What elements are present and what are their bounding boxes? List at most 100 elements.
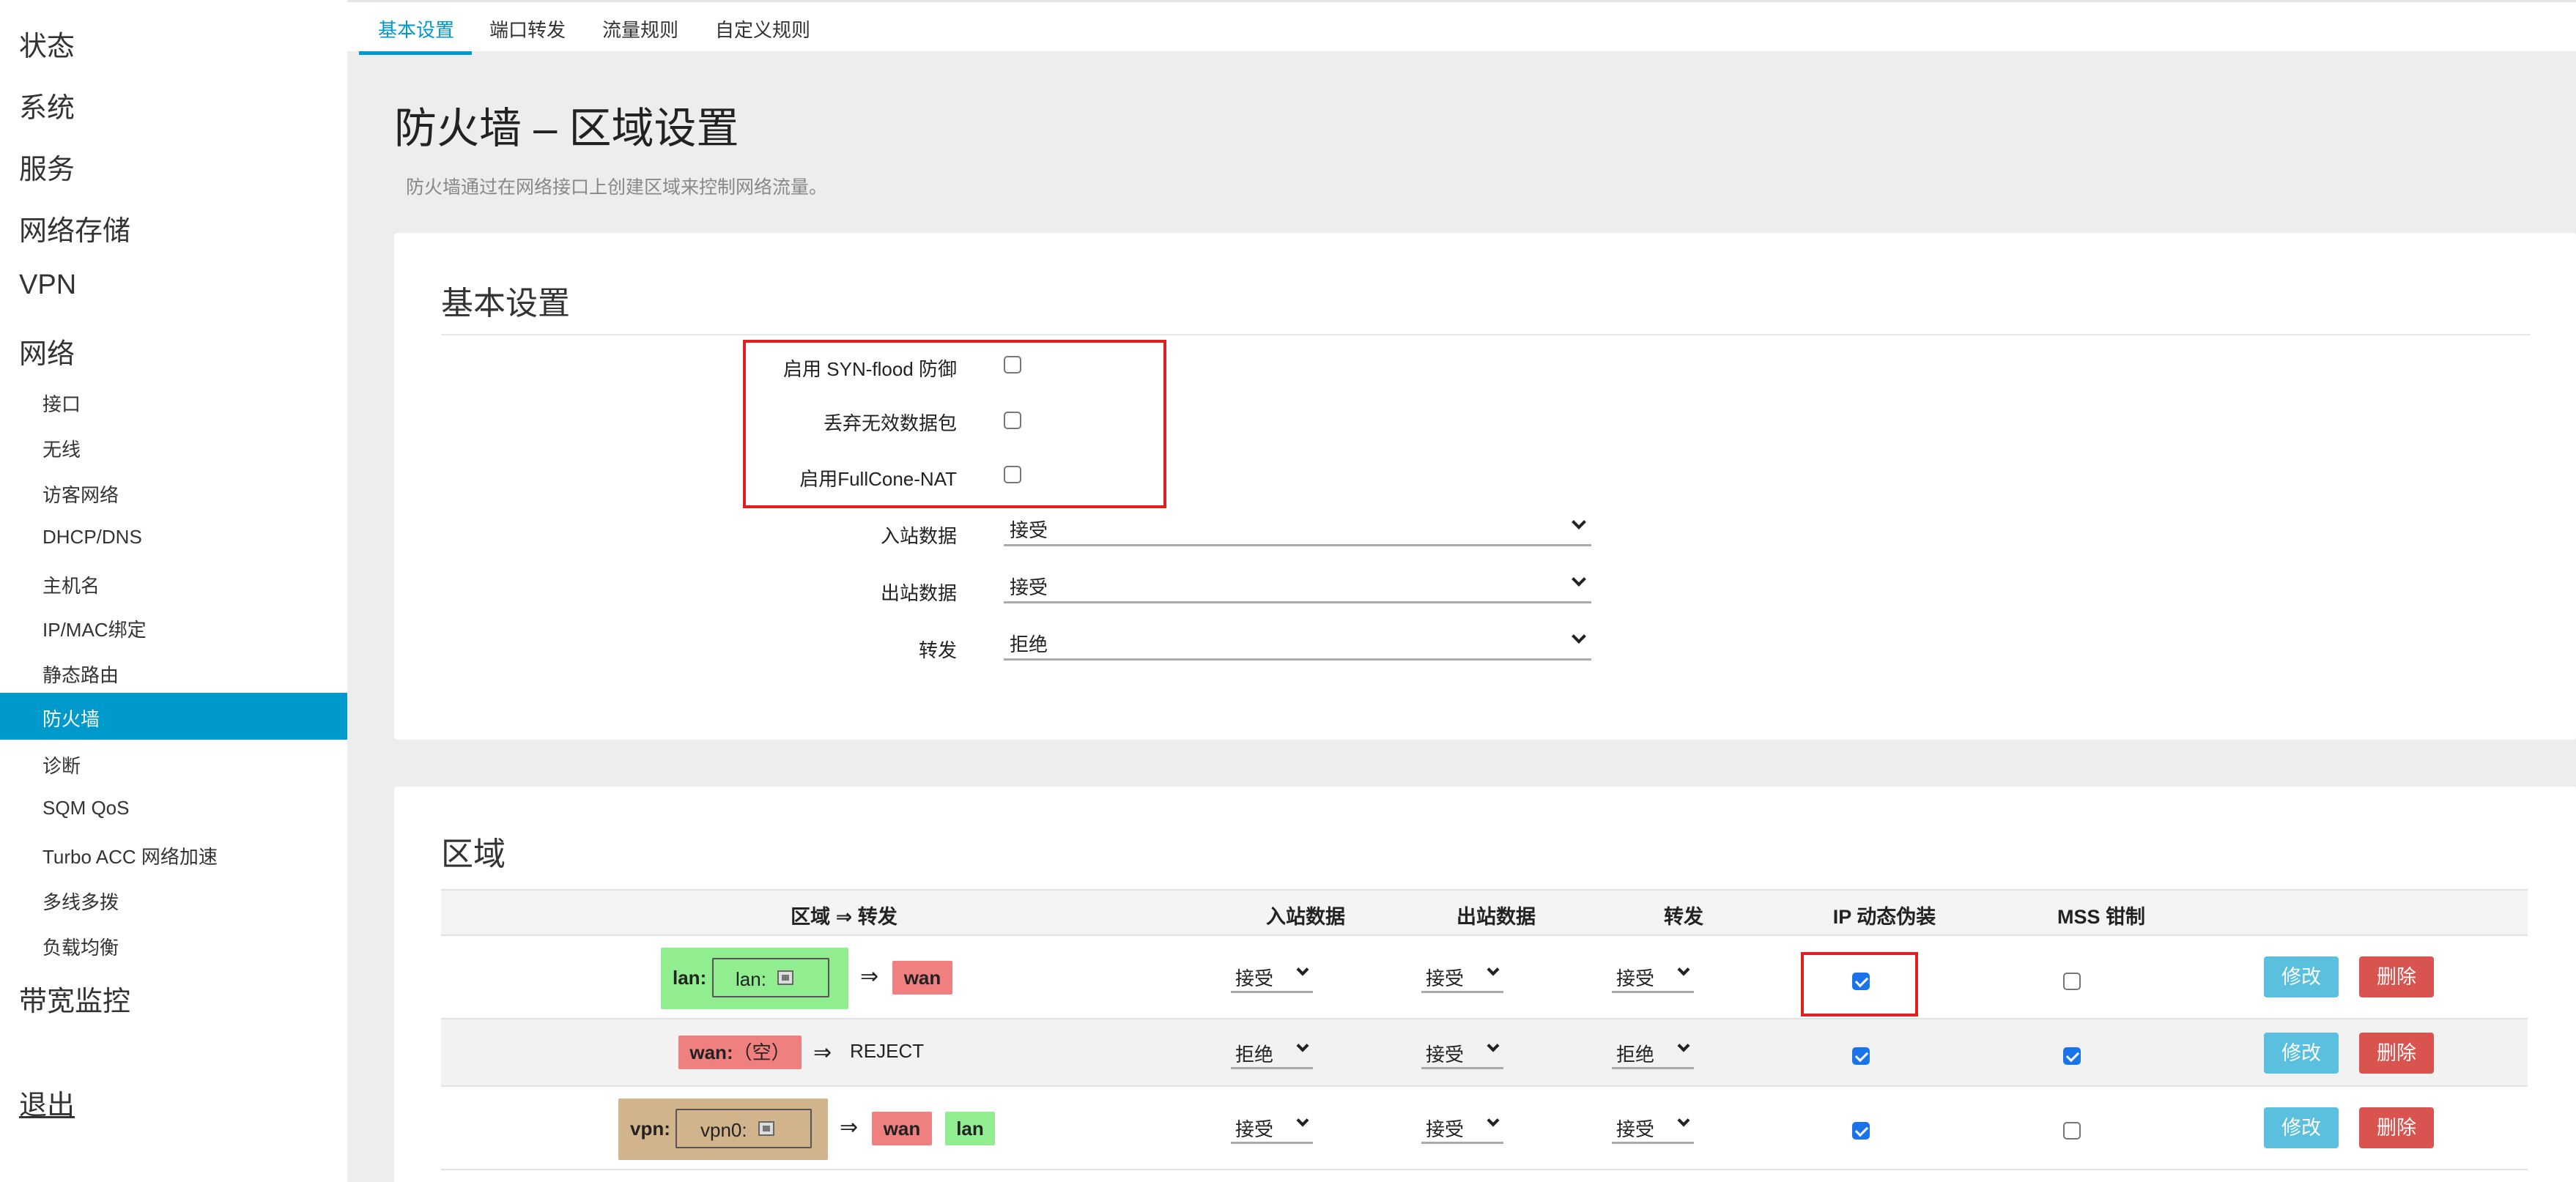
chevron-down-icon: [1572, 572, 1586, 587]
masquerade-checkbox[interactable]: [1852, 973, 1870, 990]
zone-output-select[interactable]: 接受: [1421, 1036, 1503, 1069]
sidebar-item-firewall[interactable]: 防火墙: [0, 693, 347, 740]
zone-badge-wan[interactable]: wan:（空）: [678, 1036, 802, 1069]
zone-input-select[interactable]: 拒绝: [1231, 1036, 1313, 1069]
input-policy-select[interactable]: 接受: [1004, 510, 1591, 546]
mss-clamping-checkbox[interactable]: [2063, 1047, 2081, 1065]
tab-custom-rules[interactable]: 自定义规则: [715, 15, 810, 42]
output-policy-select[interactable]: 接受: [1004, 567, 1591, 603]
delete-button[interactable]: 删除: [2359, 956, 2434, 997]
chevron-down-icon: [1487, 1039, 1500, 1052]
fullcone-nat-label: 启用FullCone-NAT: [799, 468, 957, 490]
drop-invalid-checkbox[interactable]: [1004, 412, 1021, 429]
zone-output-value: 接受: [1426, 1118, 1465, 1140]
masquerade-checkbox[interactable]: [1852, 1122, 1870, 1140]
output-policy-label: 出站数据: [880, 582, 957, 604]
zone-forward-value: 接受: [1616, 1118, 1655, 1140]
logout-link[interactable]: 退出: [19, 1082, 75, 1123]
zone-badge-lan[interactable]: lan: lan:: [661, 948, 848, 1009]
edit-button[interactable]: 修改: [2264, 1033, 2339, 1074]
zone-output-value: 接受: [1426, 967, 1465, 989]
chevron-down-icon: [1296, 1114, 1309, 1127]
sidebar-item-interfaces[interactable]: 接口: [42, 390, 81, 417]
zone-forward-select[interactable]: 接受: [1612, 1110, 1694, 1144]
page-description: 防火墙通过在网络接口上创建区域来控制网络流量。: [406, 177, 828, 198]
delete-button[interactable]: 删除: [2359, 1033, 2434, 1074]
interface-name: lan:: [736, 968, 766, 990]
sidebar-item-status[interactable]: 状态: [19, 23, 75, 64]
zone-name: wan:: [689, 1041, 733, 1063]
sidebar-item-diagnostics[interactable]: 诊断: [42, 751, 81, 778]
sidebar-item-turbo-acc[interactable]: Turbo ACC 网络加速: [42, 842, 218, 869]
interface-name: vpn0:: [700, 1119, 747, 1141]
zone-badge-vpn[interactable]: vpn: vpn0:: [618, 1099, 828, 1160]
mss-clamping-checkbox[interactable]: [2063, 973, 2081, 990]
network-port-icon: [758, 1121, 774, 1136]
header-mss-clamping: MSS 钳制: [2057, 906, 2145, 928]
chevron-down-icon: [1296, 1039, 1309, 1052]
sidebar-item-vpn[interactable]: VPN: [19, 270, 76, 301]
chevron-down-icon: [1572, 629, 1586, 644]
active-tab-indicator: [359, 51, 472, 55]
edit-button[interactable]: 修改: [2264, 956, 2339, 997]
chevron-down-icon: [1677, 963, 1690, 976]
zone-forward-select[interactable]: 拒绝: [1612, 1036, 1694, 1069]
forward-target-wan: wan: [872, 1112, 932, 1145]
zone-input-value: 接受: [1235, 1118, 1274, 1140]
interface-badge: lan:: [712, 958, 829, 997]
sidebar-item-dhcp-dns[interactable]: DHCP/DNS: [42, 526, 142, 549]
forward-policy-label: 转发: [918, 639, 957, 661]
zone-forward-value: 拒绝: [1616, 1044, 1655, 1066]
tab-traffic-rules[interactable]: 流量规则: [602, 15, 678, 42]
zone-output-select[interactable]: 接受: [1421, 1110, 1503, 1144]
zone-output-select[interactable]: 接受: [1421, 959, 1503, 993]
chevron-down-icon: [1487, 963, 1500, 976]
fullcone-nat-checkbox[interactable]: [1004, 466, 1021, 483]
zone-input-value: 接受: [1235, 967, 1274, 989]
tab-bar: 基本设置 端口转发 流量规则 自定义规则: [347, 0, 2576, 51]
sidebar-item-multiwan[interactable]: 多线多拨: [42, 888, 119, 915]
forward-arrow: ⇒: [860, 964, 879, 989]
sidebar-item-wireless[interactable]: 无线: [42, 435, 81, 462]
tab-port-forwarding[interactable]: 端口转发: [489, 15, 566, 42]
sidebar-item-sqm-qos[interactable]: SQM QoS: [42, 797, 129, 819]
zones-table-header: 区域 ⇒ 转发 入站数据 出站数据 转发 IP 动态伪装 MSS 钳制: [441, 889, 2528, 936]
section-divider: [441, 334, 2531, 335]
chevron-down-icon: [1487, 1114, 1500, 1127]
syn-flood-checkbox[interactable]: [1004, 356, 1021, 373]
edit-button[interactable]: 修改: [2264, 1107, 2339, 1148]
zone-input-select[interactable]: 接受: [1231, 959, 1313, 993]
sidebar: 状态 系统 服务 网络存储 VPN 网络 接口 无线 访客网络 DHCP/DNS…: [0, 0, 347, 1182]
sidebar-item-guest-network[interactable]: 访客网络: [42, 480, 119, 508]
header-masquerade: IP 动态伪装: [1832, 906, 1936, 928]
header-input: 入站数据: [1266, 906, 1345, 928]
section-title-zones: 区域: [441, 836, 506, 872]
masquerade-checkbox[interactable]: [1852, 1047, 1870, 1065]
sidebar-item-network[interactable]: 网络: [19, 331, 75, 371]
forward-arrow: ⇒: [840, 1115, 859, 1140]
chevron-down-icon: [1572, 515, 1586, 529]
sidebar-item-system[interactable]: 系统: [19, 85, 75, 125]
forward-target-wan: wan: [892, 961, 952, 995]
chevron-down-icon: [1677, 1114, 1690, 1127]
header-output: 出站数据: [1457, 906, 1536, 928]
sidebar-item-ip-mac-binding[interactable]: IP/MAC绑定: [42, 615, 147, 642]
input-policy-value: 接受: [1010, 519, 1048, 541]
forward-policy-value: 拒绝: [1010, 633, 1048, 655]
delete-button[interactable]: 删除: [2359, 1107, 2434, 1148]
zone-forward-value: 接受: [1616, 967, 1655, 989]
zone-forward-select[interactable]: 接受: [1612, 959, 1694, 993]
mss-clamping-checkbox[interactable]: [2063, 1122, 2081, 1140]
zone-input-select[interactable]: 接受: [1231, 1110, 1313, 1144]
tab-basic-settings[interactable]: 基本设置: [378, 15, 454, 42]
forward-policy-select[interactable]: 拒绝: [1004, 624, 1591, 661]
section-title-basic: 基本设置: [441, 286, 570, 321]
sidebar-item-static-routes[interactable]: 静态路由: [42, 661, 119, 688]
sidebar-item-hostnames[interactable]: 主机名: [42, 571, 100, 598]
zone-name: vpn:: [630, 1118, 670, 1140]
network-port-icon: [777, 970, 793, 985]
sidebar-item-services[interactable]: 服务: [19, 146, 75, 187]
sidebar-item-load-balance[interactable]: 负载均衡: [42, 933, 119, 960]
sidebar-item-bandwidth[interactable]: 带宽监控: [19, 978, 130, 1019]
sidebar-item-nas[interactable]: 网络存储: [19, 208, 130, 248]
